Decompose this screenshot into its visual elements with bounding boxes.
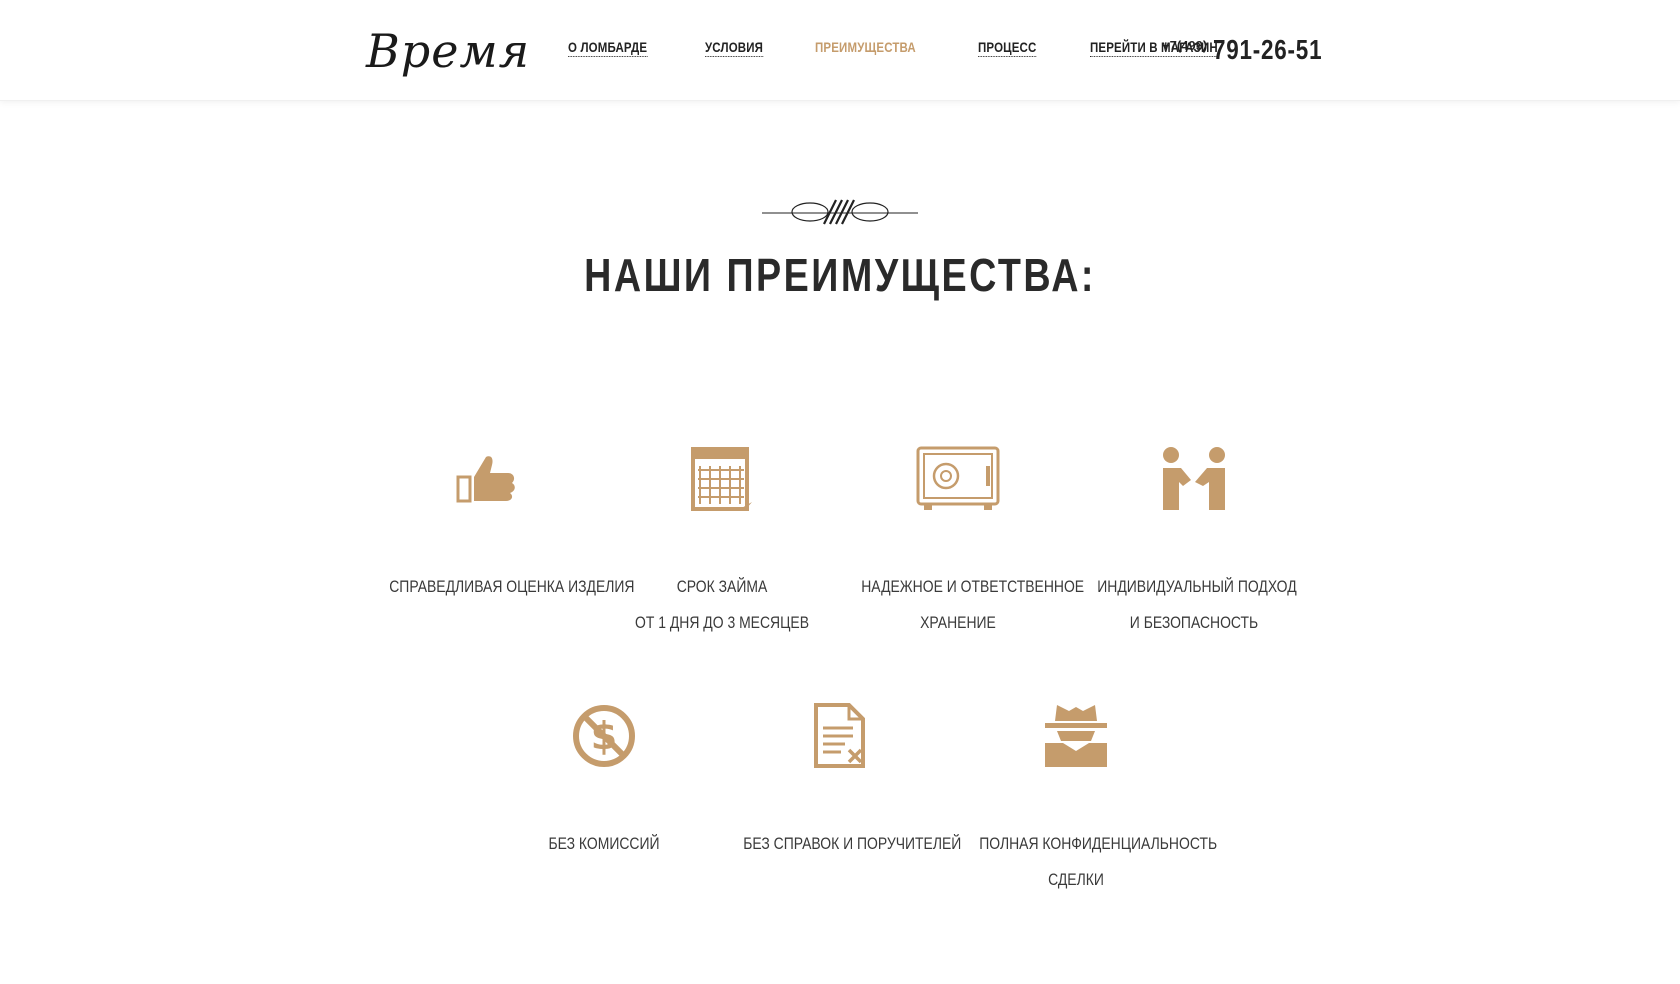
feature-line: ПОЛНАЯ КОНФИДЕНЦИАЛЬНОСТЬ — [979, 834, 1218, 853]
feature-label: БЕЗ СПРАВОК И ПОРУЧИТЕЛЕЙ — [743, 826, 962, 862]
feature-line: БЕЗ СПРАВОК И ПОРУЧИТЕЛЕЙ — [743, 834, 962, 853]
feature-safe-storage: НАДЕЖНОЕ И ОТВЕТСТВЕННОЕ ХРАНЕНИЕ — [840, 443, 1085, 641]
feature-line: ХРАНЕНИЕ — [920, 613, 996, 632]
incognito-icon — [958, 700, 1194, 772]
feature-label: НАДЕЖНОЕ И ОТВЕТСТВЕННОЕ ХРАНЕНИЕ — [861, 569, 1085, 641]
nav-item-conditions[interactable]: УСЛОВИЯ — [704, 38, 763, 57]
feature-individual-approach: ИНДИВИДУАЛЬНЫЙ ПОДХОД И БЕЗОПАСНОСТЬ — [1076, 443, 1312, 641]
feature-label: ИНДИВИДУАЛЬНЫЙ ПОДХОД И БЕЗОПАСНОСТЬ — [1097, 569, 1297, 641]
safe-icon — [840, 443, 1076, 515]
feature-loan-term: СРОК ЗАЙМА ОТ 1 ДНЯ ДО 3 МЕСЯЦЕВ — [604, 443, 840, 641]
feature-line: СРОК ЗАЙМА — [676, 577, 768, 596]
section-title: НАШИ ПРЕИМУЩЕСТВА: — [0, 248, 1680, 302]
phone-number: 791-26-51 — [1213, 34, 1323, 65]
feature-line: ИНДИВИДУАЛЬНЫЙ ПОДХОД — [1097, 577, 1297, 596]
section-title-text: НАШИ ПРЕИМУЩЕСТВА: — [584, 249, 1096, 301]
feature-line: ОТ 1 ДНЯ ДО 3 МЕСЯЦЕВ — [634, 613, 810, 632]
phone[interactable]: +7(499) 791-26-51 — [1162, 34, 1350, 66]
feature-fair-evaluation: СПРАВЕДЛИВАЯ ОЦЕНКА ИЗДЕЛИЯ — [368, 443, 635, 605]
feature-line: И БЕЗОПАСНОСТЬ — [1129, 613, 1259, 632]
thumbs-up-icon — [368, 443, 604, 515]
nav-item-advantages[interactable]: ПРЕИМУЩЕСТВА — [815, 38, 916, 57]
feature-no-certificates: БЕЗ СПРАВОК И ПОРУЧИТЕЛЕЙ — [722, 700, 962, 862]
handshake-icon — [1076, 443, 1312, 515]
feature-label: БЕЗ КОМИССИЙ — [507, 826, 701, 862]
site-header: Время О ЛОМБАРДЕ УСЛОВИЯ ПРЕИМУЩЕСТВА ПР… — [0, 0, 1680, 101]
feature-line: СПРАВЕДЛИВАЯ ОЦЕНКА ИЗДЕЛИЯ — [389, 577, 635, 596]
logo[interactable]: Время — [366, 18, 529, 84]
calendar-icon — [604, 443, 840, 515]
feature-line: НАДЕЖНОЕ И ОТВЕТСТВЕННОЕ — [861, 577, 1085, 596]
no-dollar-icon: $ — [486, 700, 722, 772]
document-cancel-icon — [722, 700, 958, 772]
phone-code: +7(499) — [1162, 38, 1208, 53]
nav-item-about[interactable]: О ЛОМБАРДЕ — [568, 38, 648, 57]
flourish-divider-icon — [762, 199, 918, 225]
main-nav: О ЛОМБАРДЕ УСЛОВИЯ ПРЕИМУЩЕСТВА ПРОЦЕСС … — [568, 38, 1246, 57]
feature-label: СПРАВЕДЛИВАЯ ОЦЕНКА ИЗДЕЛИЯ — [389, 569, 635, 605]
feature-no-commission: $ БЕЗ КОМИССИЙ — [486, 700, 722, 862]
feature-label: ПОЛНАЯ КОНФИДЕНЦИАЛЬНОСТЬ СДЕЛКИ — [979, 826, 1218, 898]
feature-line: БЕЗ КОМИССИЙ — [548, 834, 660, 853]
feature-confidentiality: ПОЛНАЯ КОНФИДЕНЦИАЛЬНОСТЬ СДЕЛКИ — [958, 700, 1218, 898]
nav-item-process[interactable]: ПРОЦЕСС — [978, 38, 1037, 57]
feature-label: СРОК ЗАЙМА ОТ 1 ДНЯ ДО 3 МЕСЯЦЕВ — [625, 569, 819, 641]
feature-line: СДЕЛКИ — [1048, 870, 1104, 889]
